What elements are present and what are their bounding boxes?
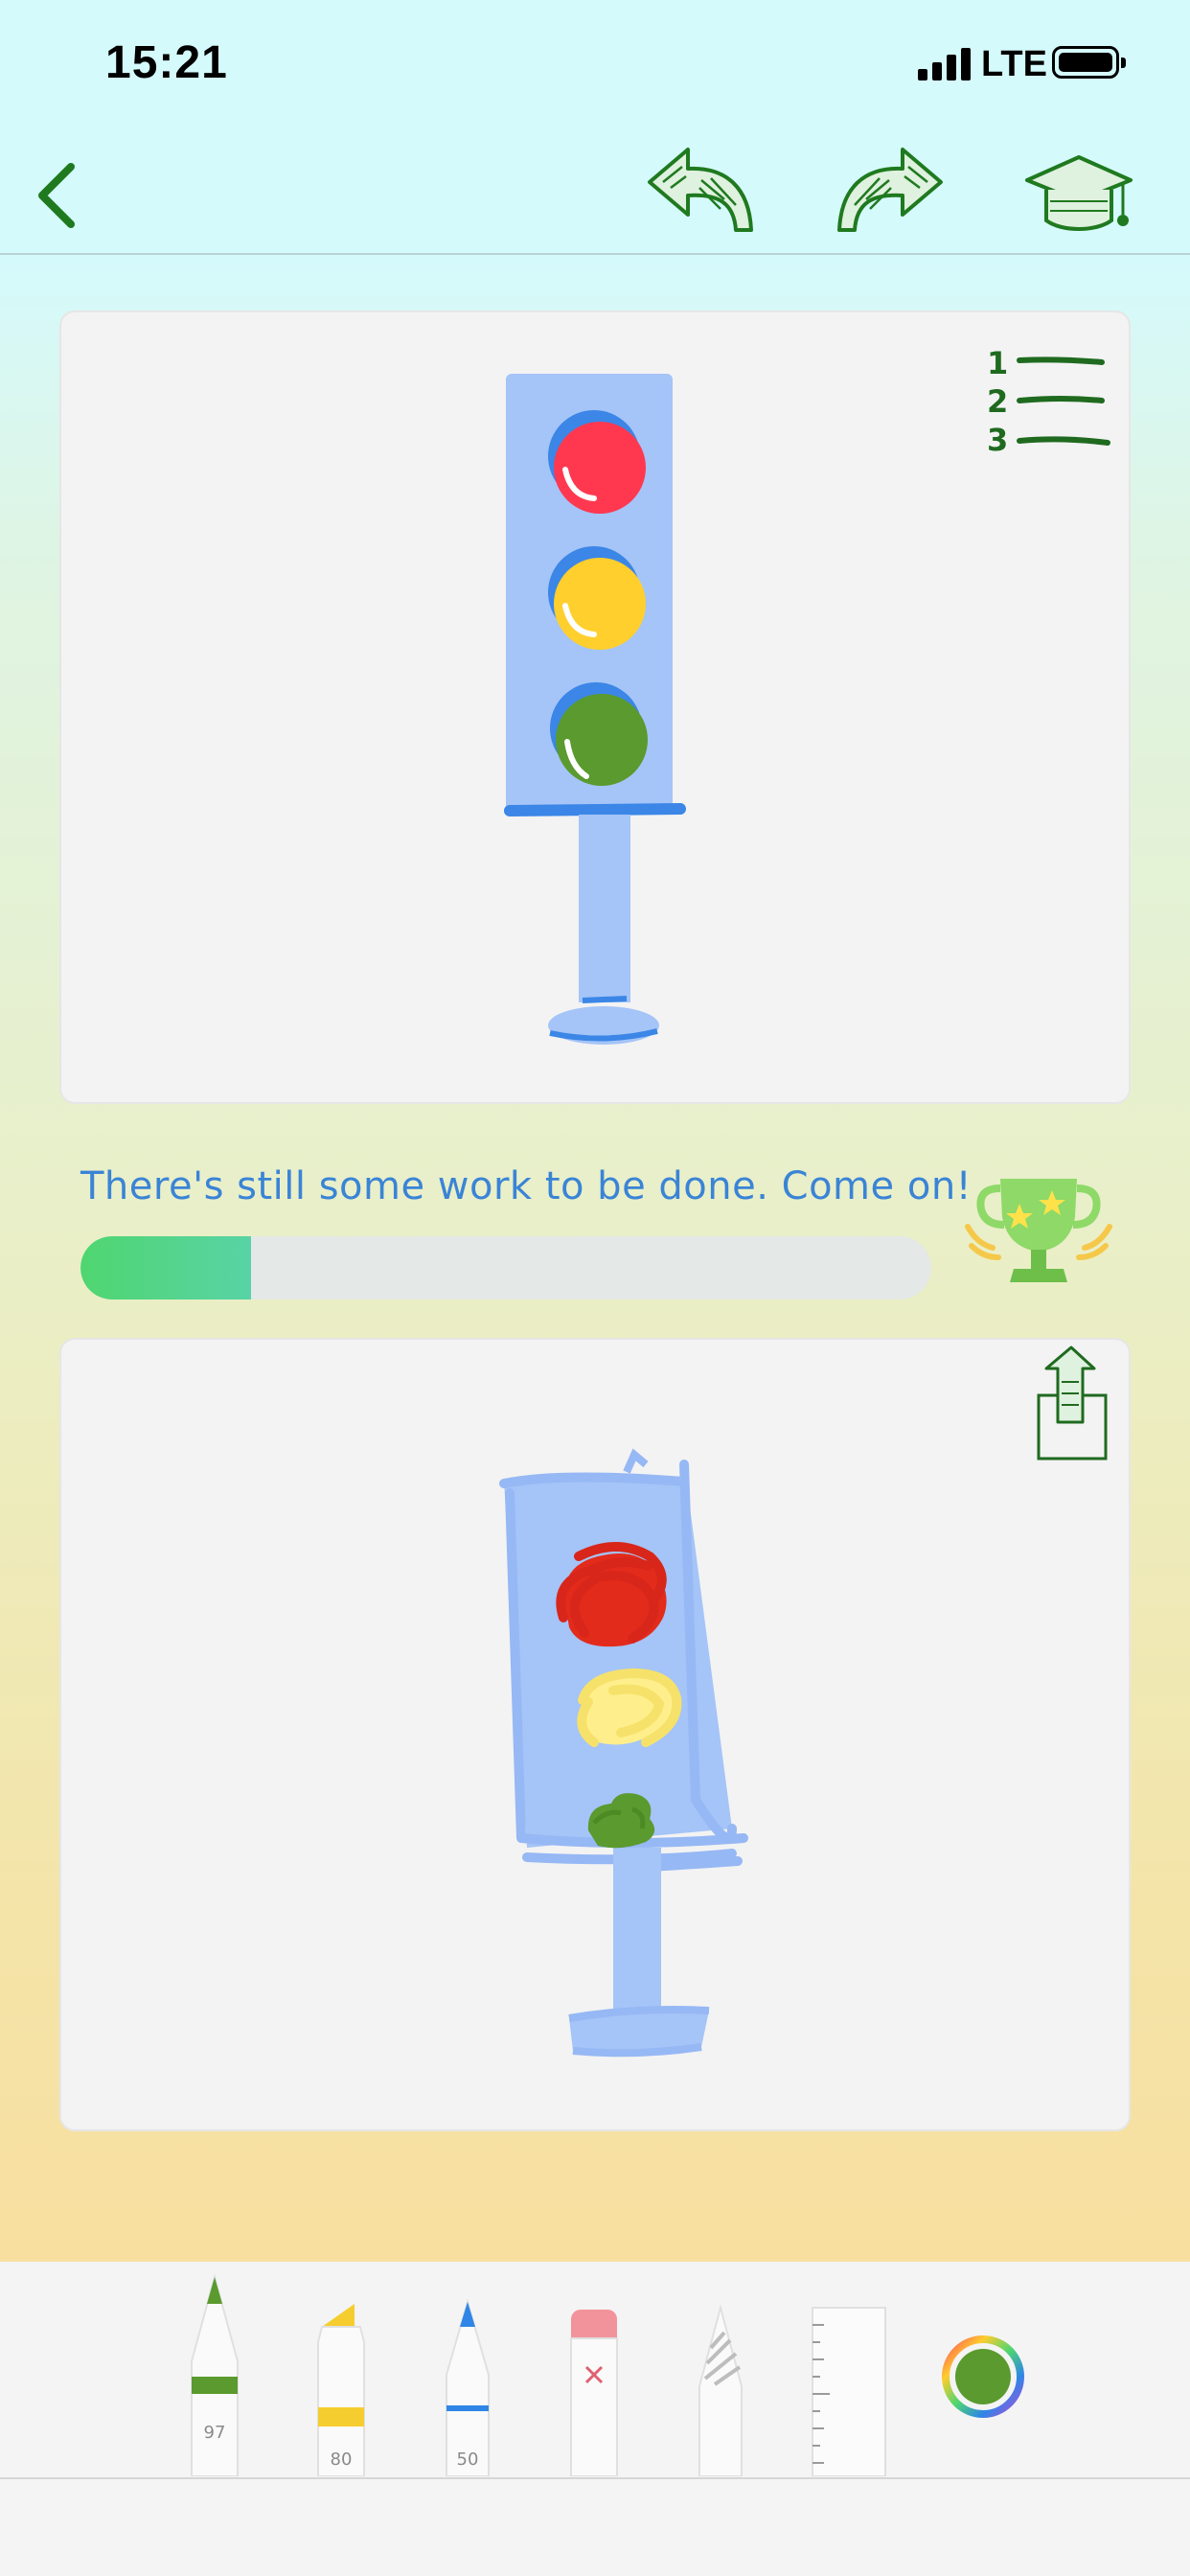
marker-size-label: 80 — [331, 2450, 353, 2470]
status-time: 15:21 — [105, 37, 228, 88]
feedback-message: There's still some work to be done. Come… — [80, 1164, 973, 1208]
drawing-canvas[interactable] — [59, 1338, 1131, 2131]
trophy-icon[interactable] — [964, 1167, 1113, 1288]
pen-size-label: 50 — [457, 2450, 479, 2470]
undo-arrow-icon — [648, 148, 753, 232]
undo-button[interactable] — [644, 142, 759, 238]
graduation-cap-icon — [1025, 155, 1133, 231]
pencil-tool[interactable]: 97 — [186, 2273, 243, 2476]
lessons-button[interactable] — [1023, 148, 1138, 243]
numbered-list-icon[interactable]: 1 2 3 — [987, 345, 1110, 458]
status-bar: 15:21 LTE — [0, 0, 1190, 134]
svg-text:1: 1 — [987, 345, 1008, 381]
toolbar-divider — [0, 2477, 1190, 2479]
progress-fill — [80, 1236, 251, 1300]
reference-image-panel: 1 2 3 — [59, 310, 1131, 1104]
color-picker-button[interactable] — [941, 2334, 1025, 2419]
user-drawing — [499, 1448, 748, 2058]
ruler-tool[interactable] — [811, 2306, 887, 2476]
traffic-light-reference — [504, 374, 686, 1045]
redo-arrow-icon — [837, 148, 943, 232]
back-button[interactable] — [29, 157, 86, 234]
redo-button[interactable] — [832, 142, 947, 238]
pen-tool[interactable]: 50 — [439, 2298, 496, 2476]
svg-text:3: 3 — [987, 422, 1008, 458]
current-color-swatch — [955, 2349, 1011, 2404]
battery-icon — [1052, 46, 1126, 79]
signal-icon — [918, 46, 972, 80]
marker-tool[interactable]: 80 — [312, 2300, 370, 2476]
top-navigation-bar — [0, 134, 1190, 255]
network-type: LTE — [981, 44, 1047, 84]
svg-text:2: 2 — [987, 383, 1008, 420]
eraser-tool[interactable] — [565, 2304, 623, 2476]
share-icon[interactable] — [1037, 1346, 1108, 1460]
lasso-tool[interactable] — [692, 2304, 749, 2476]
progress-bar — [80, 1236, 931, 1300]
pencil-size-label: 97 — [204, 2423, 226, 2443]
